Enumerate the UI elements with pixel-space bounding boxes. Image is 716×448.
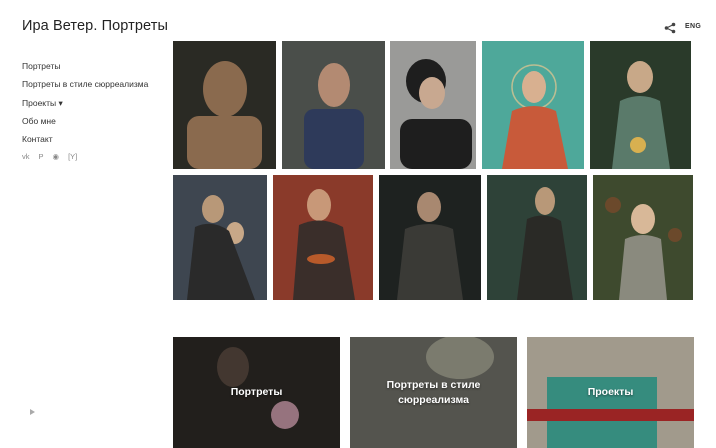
yandex-icon[interactable]: [Y] (68, 152, 77, 161)
gallery-photo-2-1[interactable] (173, 175, 267, 300)
gallery-photo-2-3[interactable] (379, 175, 481, 300)
language-switch[interactable]: ENG (685, 23, 701, 30)
social-links: vk P ◉ [Y] (22, 152, 77, 161)
category-label: Портреты (230, 386, 283, 398)
gallery-photo-2-2[interactable] (273, 175, 373, 300)
pinterest-icon[interactable]: P (39, 152, 44, 161)
category-label: Портреты в стиле сюрреализма (386, 378, 481, 406)
nav-item-about[interactable]: Обо мне (22, 115, 148, 133)
category-card-portraits[interactable]: Портреты (173, 337, 340, 448)
play-icon[interactable] (30, 409, 35, 415)
nav-item-projects-dropdown[interactable]: Проекты ▾ (22, 97, 148, 115)
vk-icon[interactable]: vk (22, 152, 30, 161)
category-label: Проекты (587, 386, 634, 398)
main-nav: Портреты Портреты в стиле сюрреализма Пр… (22, 60, 148, 151)
gallery-photo-2-4[interactable] (487, 175, 587, 300)
category-card-projects[interactable]: Проекты (527, 337, 694, 448)
site-title[interactable]: Ира Ветер. Портреты (22, 18, 168, 34)
gallery-photo-2-5[interactable] (593, 175, 693, 300)
gallery-photo-1-1[interactable] (173, 41, 276, 169)
category-card-surrealism[interactable]: Портреты в стиле сюрреализма (350, 337, 517, 448)
nav-item-surrealism-portraits[interactable]: Портреты в стиле сюрреализма (22, 78, 148, 96)
gallery-photo-1-3[interactable] (390, 41, 476, 169)
gallery-photo-1-2[interactable] (282, 41, 385, 169)
gallery-photo-1-4[interactable] (482, 41, 584, 169)
livejournal-icon[interactable]: ◉ (53, 152, 60, 161)
gallery-photo-1-5[interactable] (590, 41, 691, 169)
nav-item-contact[interactable]: Контакт (22, 133, 148, 151)
share-icon[interactable] (664, 22, 676, 34)
nav-item-portraits[interactable]: Портреты (22, 60, 148, 78)
